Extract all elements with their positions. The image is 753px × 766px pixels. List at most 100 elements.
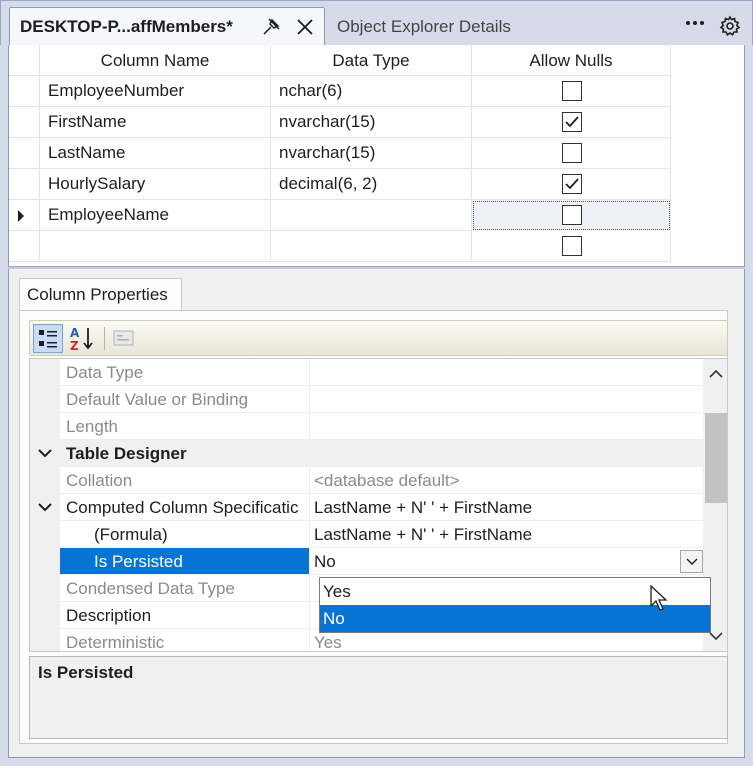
data-type-cell[interactable] [271, 231, 472, 262]
allow-nulls-checkbox[interactable] [562, 236, 582, 256]
property-row[interactable]: Length [30, 413, 703, 440]
chevron-down-icon [686, 558, 698, 565]
column-properties-pane: Column Properties AZ Data Type Default V… [8, 269, 745, 758]
dropdown-button[interactable] [680, 550, 703, 573]
allow-nulls-checkbox[interactable] [562, 174, 582, 194]
tab-column-properties[interactable]: Column Properties [19, 278, 182, 311]
table-row-current[interactable]: EmployeeName [9, 200, 671, 231]
property-name: Computed Column Specificatic [60, 494, 310, 521]
close-icon[interactable] [293, 15, 317, 39]
data-type-cell[interactable]: nvarchar(15) [271, 138, 472, 169]
sort-az-icon: AZ [70, 326, 93, 353]
table-row[interactable]: HourlySalary decimal(6, 2) [9, 169, 671, 200]
column-name-cell[interactable]: EmployeeName [40, 200, 271, 231]
alphabetical-sort-button[interactable]: AZ [67, 324, 97, 353]
scroll-down-icon [709, 632, 723, 641]
mouse-cursor-icon [650, 585, 668, 611]
pin-icon[interactable] [260, 16, 282, 38]
property-value[interactable]: <database default> [310, 467, 703, 494]
tab-object-explorer-details[interactable]: Object Explorer Details [337, 17, 511, 37]
columns-grid: Column Name Data Type Allow Nulls Employ… [8, 45, 745, 267]
header-allow-nulls[interactable]: Allow Nulls [472, 45, 671, 76]
property-name: Deterministic [60, 629, 310, 651]
property-row-selected[interactable]: Is Persisted No [30, 548, 703, 575]
property-row[interactable]: Default Value or Binding [30, 386, 703, 413]
row-selector[interactable] [9, 169, 40, 200]
scroll-up-icon [709, 369, 723, 378]
category-name: Table Designer [60, 440, 703, 467]
row-selector[interactable] [9, 76, 40, 107]
allow-nulls-cell [472, 169, 671, 200]
checkmark-icon [565, 178, 579, 190]
current-row-indicator[interactable] [9, 200, 40, 231]
property-gutter [30, 467, 60, 494]
allow-nulls-cell [472, 231, 671, 262]
property-name: Collation [60, 467, 310, 494]
column-properties-panel: AZ Data Type Default Value or Binding Le… [19, 310, 728, 744]
column-name-cell[interactable]: FirstName [40, 107, 271, 138]
property-name: Default Value or Binding [60, 386, 310, 413]
property-row-expandable[interactable]: Computed Column Specificatic LastName + … [30, 494, 703, 521]
property-value[interactable] [310, 386, 703, 413]
header-column-name[interactable]: Column Name [40, 45, 271, 76]
property-value-select[interactable]: No [310, 548, 703, 575]
property-gutter [30, 602, 60, 629]
allow-nulls-cell [472, 107, 671, 138]
property-value[interactable] [310, 413, 703, 440]
table-row-new[interactable] [9, 231, 671, 262]
property-grid: Data Type Default Value or Binding Lengt… [29, 358, 728, 652]
svg-text:A: A [70, 326, 80, 340]
column-name-cell[interactable]: LastName [40, 138, 271, 169]
table-row[interactable]: FirstName nvarchar(15) [9, 107, 671, 138]
category-table-designer[interactable]: Table Designer [30, 440, 703, 467]
property-value[interactable] [310, 359, 703, 386]
property-name: Description [60, 602, 310, 629]
data-type-cell[interactable]: decimal(6, 2) [271, 169, 472, 200]
data-type-cell[interactable]: nvarchar(15) [271, 107, 472, 138]
row-selector[interactable] [9, 107, 40, 138]
property-value[interactable]: LastName + N' ' + FirstName [310, 494, 703, 521]
property-row[interactable]: Collation <database default> [30, 467, 703, 494]
column-name-cell[interactable]: EmployeeNumber [40, 76, 271, 107]
allow-nulls-checkbox[interactable] [562, 81, 582, 101]
allow-nulls-checkbox[interactable] [562, 205, 582, 225]
row-selector[interactable] [9, 231, 40, 262]
property-name: Length [60, 413, 310, 440]
selected-value: No [314, 552, 336, 571]
grid-header: Column Name Data Type Allow Nulls [9, 45, 671, 76]
allow-nulls-checkbox[interactable] [562, 143, 582, 163]
is-persisted-dropdown-list: Yes No [319, 577, 711, 633]
column-name-cell[interactable]: HourlySalary [40, 169, 271, 200]
categorized-view-button[interactable] [33, 324, 63, 353]
property-row[interactable]: (Formula) LastName + N' ' + FirstName [30, 521, 703, 548]
table-row[interactable]: EmployeeNumber nchar(6) [9, 76, 671, 107]
property-value[interactable]: LastName + N' ' + FirstName [310, 521, 703, 548]
row-selector[interactable] [9, 138, 40, 169]
property-gutter [30, 386, 60, 413]
scrollbar-thumb[interactable] [705, 413, 727, 503]
categorized-icon [39, 330, 57, 348]
description-title: Is Persisted [38, 663, 134, 682]
chevron-down-icon [38, 503, 52, 512]
property-name: Is Persisted [60, 548, 310, 575]
header-data-type[interactable]: Data Type [271, 45, 472, 76]
table-row[interactable]: LastName nvarchar(15) [9, 138, 671, 169]
property-row[interactable]: Data Type [30, 359, 703, 386]
more-options-icon[interactable] [684, 15, 706, 31]
property-gutter [30, 575, 60, 602]
allow-nulls-checkbox[interactable] [562, 112, 582, 132]
gear-icon[interactable] [719, 15, 741, 37]
row-selector-header [9, 45, 40, 76]
property-gutter [30, 521, 60, 548]
property-pages-button[interactable] [109, 324, 139, 353]
chevron-down-icon [38, 449, 52, 458]
column-name-cell[interactable] [40, 231, 271, 262]
allow-nulls-cell [472, 76, 671, 107]
data-type-cell[interactable]: nchar(6) [271, 76, 472, 107]
tab-title: DESKTOP-P...affMembers* [20, 17, 233, 36]
tab-table-designer[interactable]: DESKTOP-P...affMembers* [9, 7, 325, 47]
document-tab-bar: DESKTOP-P...affMembers* Object Explorer … [0, 0, 753, 47]
property-name: Condensed Data Type [60, 575, 310, 602]
property-gutter [30, 548, 60, 575]
data-type-cell[interactable] [271, 200, 472, 231]
